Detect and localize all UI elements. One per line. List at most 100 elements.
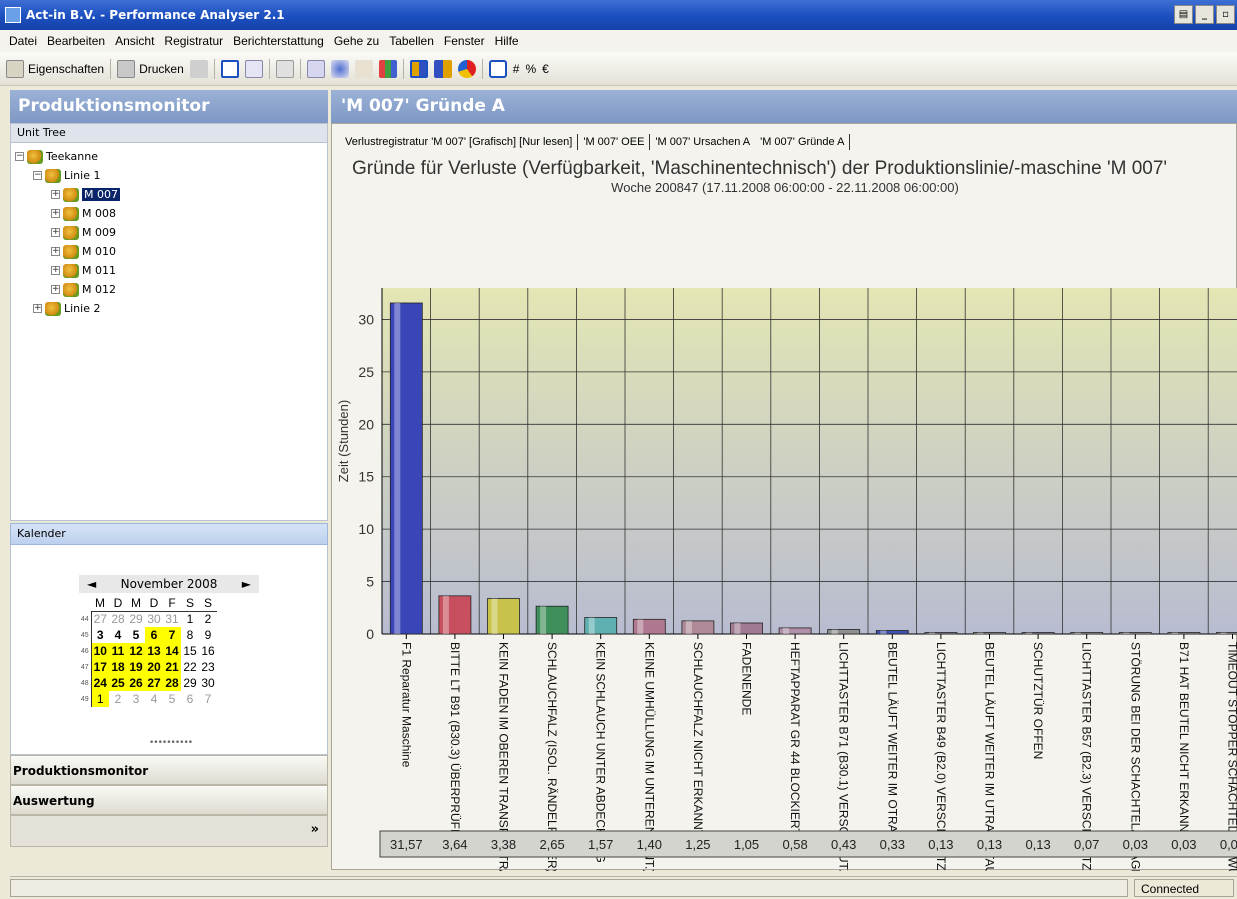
tree-node-linie-2[interactable]: + Linie 2: [11, 299, 327, 318]
expand-icon[interactable]: +: [51, 247, 60, 256]
color-icon[interactable]: [330, 59, 349, 78]
calendar-day[interactable]: 26: [127, 675, 145, 691]
export-icon[interactable]: [275, 59, 294, 78]
pen-icon[interactable]: [354, 59, 373, 78]
calendar-day[interactable]: 28: [109, 611, 127, 627]
tab-oee[interactable]: 'M 007' OEE: [578, 136, 649, 148]
calendar-day[interactable]: 18: [109, 659, 127, 675]
next-month-button[interactable]: ►: [242, 577, 251, 591]
tree-node-m012[interactable]: + M 012: [11, 280, 327, 299]
pie-chart-icon[interactable]: [457, 59, 476, 78]
calendar-day[interactable]: 30: [199, 675, 217, 691]
expand-icon[interactable]: +: [51, 209, 60, 218]
menu-registratur[interactable]: Registratur: [159, 34, 228, 48]
calendar-day[interactable]: 1: [181, 611, 199, 627]
percent-button[interactable]: %: [525, 62, 536, 76]
tree-node-m008[interactable]: + M 008: [11, 204, 327, 223]
calendar-day[interactable]: 19: [127, 659, 145, 675]
calendar-day[interactable]: 20: [145, 659, 163, 675]
calendar-day[interactable]: 16: [199, 643, 217, 659]
calendar-day[interactable]: 21: [163, 659, 181, 675]
tree-node-linie-1[interactable]: − Linie 1: [11, 166, 327, 185]
expand-icon[interactable]: +: [51, 228, 60, 237]
table-view-icon[interactable]: [244, 59, 263, 78]
calendar-day[interactable]: 27: [145, 675, 163, 691]
menu-tabellen[interactable]: Tabellen: [384, 34, 439, 48]
tree-node-teekanne[interactable]: − Teekanne: [11, 147, 327, 166]
legend-dropdown-icon[interactable]: [306, 59, 325, 78]
calendar-day[interactable]: 29: [127, 611, 145, 627]
calendar-day[interactable]: 11: [109, 643, 127, 659]
calendar-day[interactable]: 5: [163, 691, 181, 707]
tab-ursachen[interactable]: 'M 007' Ursachen A: [650, 136, 755, 148]
calendar-day[interactable]: 12: [127, 643, 145, 659]
expand-icon[interactable]: +: [51, 266, 60, 275]
more-buttons[interactable]: »: [10, 815, 328, 847]
calendar-day[interactable]: 22: [181, 659, 199, 675]
line-bar-icon[interactable]: [433, 59, 452, 78]
menu-ansicht[interactable]: Ansicht: [110, 34, 159, 48]
tree-node-m011[interactable]: + M 011: [11, 261, 327, 280]
clock-icon[interactable]: [488, 59, 507, 78]
prev-month-button[interactable]: ◄: [87, 577, 96, 591]
calendar-day[interactable]: 7: [163, 627, 181, 643]
calendar-day[interactable]: 13: [145, 643, 163, 659]
calendar-day[interactable]: 15: [181, 643, 199, 659]
calendar-day[interactable]: 24: [90, 675, 109, 691]
collapse-icon[interactable]: −: [33, 171, 42, 180]
calendar-day[interactable]: 6: [181, 691, 199, 707]
collapse-icon[interactable]: −: [15, 152, 24, 161]
menu-fenster[interactable]: Fenster: [439, 34, 490, 48]
expand-icon[interactable]: +: [51, 285, 60, 294]
tree-node-m010[interactable]: + M 010: [11, 242, 327, 261]
calendar-day[interactable]: 7: [199, 691, 217, 707]
eigenschaften-button[interactable]: Eigenschaften: [6, 59, 104, 78]
chevron-more-icon[interactable]: »: [311, 822, 319, 837]
menu-bearbeiten[interactable]: Bearbeiten: [42, 34, 110, 48]
calendar-day[interactable]: 3: [127, 691, 145, 707]
calendar-day[interactable]: 14: [163, 643, 181, 659]
calendar-day[interactable]: 4: [145, 691, 163, 707]
auswertung-button[interactable]: Auswertung: [10, 785, 328, 815]
calendar-day[interactable]: 4: [109, 627, 127, 643]
calendar-day[interactable]: 6: [145, 627, 163, 643]
tab-verlustregistratur[interactable]: Verlustregistratur 'M 007' [Grafisch] [N…: [340, 136, 577, 148]
calendar-day[interactable]: 8: [181, 627, 199, 643]
calendar-day[interactable]: 30: [145, 611, 163, 627]
minimize-button[interactable]: _: [1195, 5, 1214, 24]
expand-icon[interactable]: +: [51, 190, 60, 199]
bar-chart-icon[interactable]: [409, 59, 428, 78]
calendar-day[interactable]: 3: [90, 627, 109, 643]
print-icon[interactable]: ▤: [1174, 5, 1193, 24]
produktionsmonitor-button[interactable]: Produktionsmonitor: [10, 755, 328, 785]
euro-button[interactable]: €: [542, 62, 549, 76]
calendar-day[interactable]: 27: [90, 611, 109, 627]
menu-datei[interactable]: Datei: [4, 34, 42, 48]
menu-hilfe[interactable]: Hilfe: [490, 34, 524, 48]
calendar-day[interactable]: 28: [163, 675, 181, 691]
maximize-button[interactable]: ▫: [1216, 5, 1235, 24]
menu-gehe-zu[interactable]: Gehe zu: [329, 34, 384, 48]
tab-gruende[interactable]: 'M 007' Gründe A: [755, 136, 849, 148]
trash-icon[interactable]: [189, 59, 208, 78]
bar-3d-icon[interactable]: [378, 59, 397, 78]
calendar-day[interactable]: 5: [127, 627, 145, 643]
calendar-day[interactable]: 2: [199, 611, 217, 627]
expand-icon[interactable]: +: [33, 304, 42, 313]
drucken-button[interactable]: Drucken: [117, 59, 184, 78]
calendar-day[interactable]: 29: [181, 675, 199, 691]
calendar-day[interactable]: 31: [163, 611, 181, 627]
calendar-day[interactable]: 1: [90, 691, 109, 707]
tree-node-m009[interactable]: + M 009: [11, 223, 327, 242]
calendar-day[interactable]: 10: [90, 643, 109, 659]
tree-node-m007[interactable]: + M 007: [11, 185, 327, 204]
splitter-grip[interactable]: ••••••••••: [149, 738, 193, 748]
hash-button[interactable]: #: [513, 62, 520, 76]
menu-berichterstattung[interactable]: Berichterstattung: [228, 34, 329, 48]
calendar-day[interactable]: 9: [199, 627, 217, 643]
calendar-day[interactable]: 17: [90, 659, 109, 675]
calendar-day[interactable]: 2: [109, 691, 127, 707]
chart-view-icon[interactable]: [220, 59, 239, 78]
calendar-day[interactable]: 25: [109, 675, 127, 691]
calendar-day[interactable]: 23: [199, 659, 217, 675]
